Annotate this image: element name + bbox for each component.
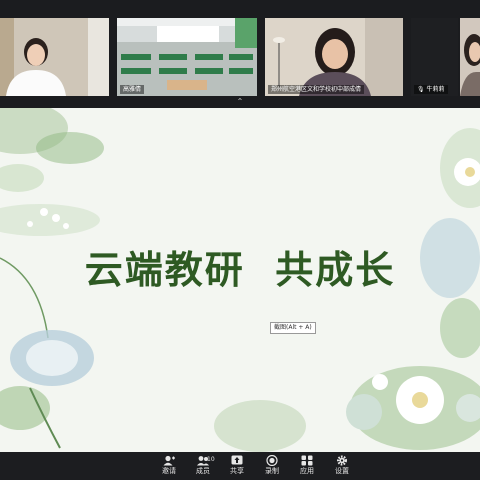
participant-video-1[interactable] xyxy=(0,18,109,96)
apps-label: 应用 xyxy=(300,467,314,475)
member-count-badge: 10 xyxy=(207,456,215,463)
invite-button[interactable]: 邀请 xyxy=(154,455,184,479)
settings-button[interactable]: 设置 xyxy=(327,455,357,479)
gear-icon xyxy=(337,455,347,466)
add-user-icon xyxy=(163,455,175,466)
members-label: 成员 xyxy=(196,467,210,475)
participant-name-text: 牛莉莉 xyxy=(426,86,445,93)
participant-video-3[interactable]: 郑州航空港区文和学校初中部成倩 xyxy=(265,18,403,96)
slide-title: 云端教研 共成长 xyxy=(84,247,396,292)
participant-1-video-frame xyxy=(0,18,109,96)
settings-label: 设置 xyxy=(335,467,349,475)
apps-button[interactable]: 应用 xyxy=(292,455,322,479)
participant-5-video-frame xyxy=(460,18,480,96)
mic-icon: 🎙 xyxy=(417,86,425,93)
participant-name: 🎙 牛莉莉 xyxy=(414,85,448,94)
participant-video-5[interactable] xyxy=(460,18,480,96)
meeting-toolbar: 邀请 10 成员 共享 录制 应用 设置 xyxy=(0,452,480,480)
participant-video-2[interactable]: 高雅倩 xyxy=(117,18,257,96)
record-label: 录制 xyxy=(265,467,279,475)
participant-name: 郑州航空港区文和学校初中部成倩 xyxy=(268,85,365,94)
participant-name: 高雅倩 xyxy=(120,85,145,94)
invite-label: 邀请 xyxy=(162,467,176,475)
participant-video-4[interactable]: 🎙 牛莉莉 xyxy=(411,18,458,96)
participant-strip: 高雅倩 郑州航空港区文和学校初中部成倩 🎙 牛莉莉 ⌃ xyxy=(0,0,480,108)
apps-grid-icon xyxy=(301,455,313,466)
record-icon xyxy=(266,455,278,466)
screenshot-tooltip: 截图(Alt + A) xyxy=(270,322,316,334)
record-button[interactable]: 录制 xyxy=(257,455,287,479)
collapse-strip-chevron-up-icon[interactable]: ⌃ xyxy=(234,97,246,106)
share-label: 共享 xyxy=(230,467,244,475)
share-screen-icon xyxy=(231,455,243,465)
share-button[interactable]: 共享 xyxy=(222,455,252,479)
shared-slide: 云端教研 共成长 截图(Alt + A) xyxy=(0,108,480,452)
members-button[interactable]: 10 成员 xyxy=(188,455,218,479)
